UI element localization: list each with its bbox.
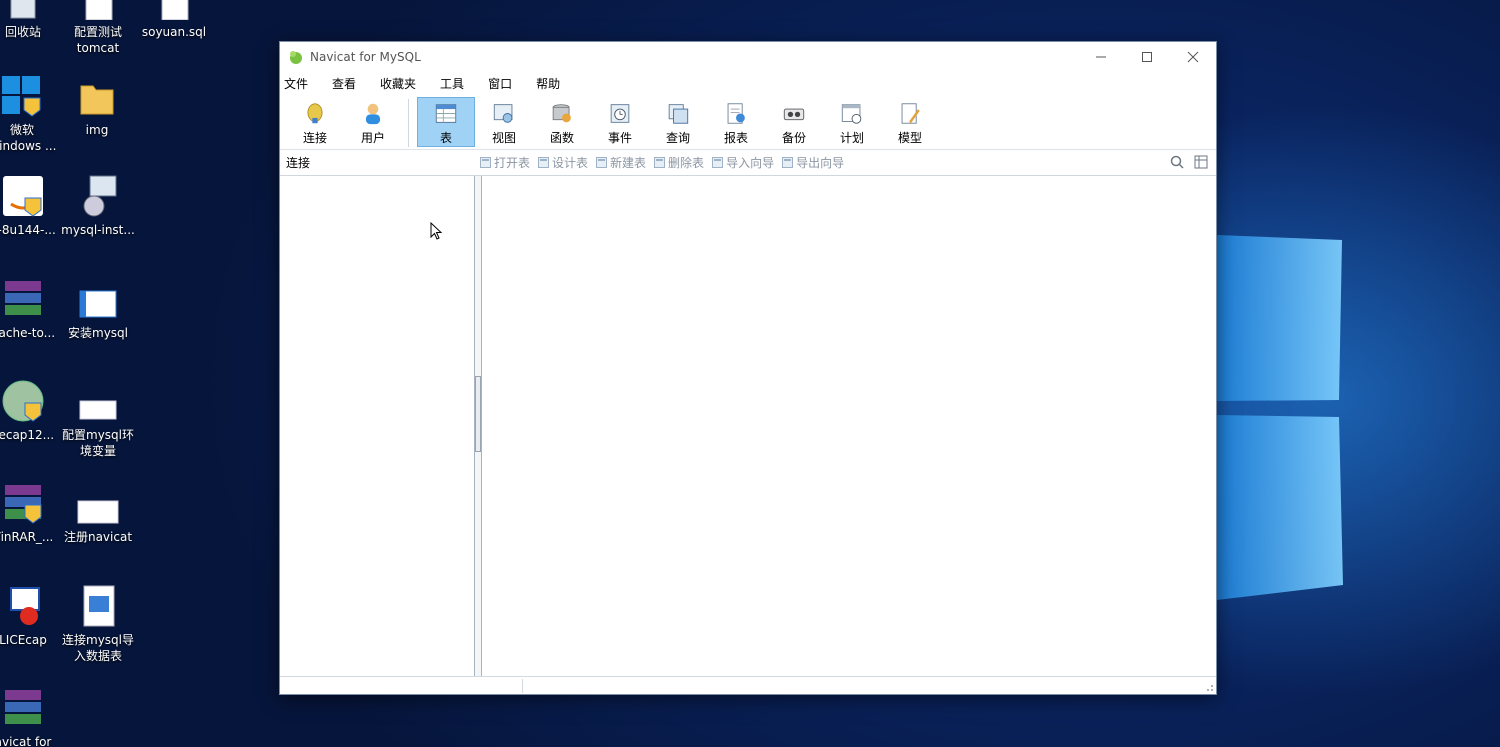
maximize-icon	[1142, 51, 1152, 62]
menu-favorites[interactable]: 收藏夹	[380, 75, 428, 92]
java-installer-icon	[1, 174, 45, 218]
object-list-pane[interactable]	[481, 176, 1216, 676]
user-icon	[365, 103, 381, 125]
minimize-button[interactable]	[1078, 42, 1124, 71]
document-icon	[76, 379, 120, 423]
sql-file-icon	[152, 0, 196, 21]
status-separator	[522, 679, 523, 693]
tool-query-button[interactable]: 查询	[649, 97, 707, 147]
tool-event-button[interactable]: 事件	[591, 97, 649, 147]
export-wizard-button[interactable]: 导出向导	[782, 154, 844, 171]
connect-icon	[307, 103, 323, 124]
maximize-button[interactable]	[1124, 42, 1170, 71]
close-button[interactable]	[1170, 42, 1216, 71]
windows-logo-wallpaper	[1217, 235, 1343, 600]
navicat-app-icon	[290, 50, 302, 64]
tool-user-button[interactable]: 用户	[344, 97, 402, 147]
query-icon	[668, 104, 689, 124]
menu-file[interactable]: 文件	[284, 75, 320, 92]
winrar-installer-icon	[1, 481, 45, 525]
minimize-icon	[1096, 56, 1106, 57]
toolbar-separator	[408, 99, 409, 147]
open-table-icon	[480, 157, 491, 168]
globe-installer-icon	[1, 379, 45, 423]
content-area	[280, 176, 1216, 676]
winrar-archive-icon	[1, 686, 45, 730]
desktop-icon-winrar[interactable]: VinRAR_...	[0, 481, 63, 545]
subbar-right-tools	[1170, 155, 1208, 169]
delete-table-button[interactable]: 删除表	[654, 154, 704, 171]
table-icon	[435, 104, 457, 123]
export-wizard-icon	[782, 157, 794, 168]
recycle-bin-icon	[1, 0, 45, 20]
desktop-icon-import-tables[interactable]: 连接mysql导 入数据表	[58, 584, 138, 664]
desktop-icon-mysql-env[interactable]: 配置mysql环 境变量	[58, 379, 138, 459]
grid-view-icon[interactable]	[1194, 155, 1208, 169]
desktop-icon-tomcat-config[interactable]: 配置测试 tomcat	[58, 0, 138, 56]
search-icon[interactable]	[1170, 155, 1184, 169]
desktop-icon-licecap-installer[interactable]: cecap12...	[0, 379, 63, 443]
desktop-icon-img-folder[interactable]: img	[57, 74, 137, 138]
folder-icon	[75, 74, 119, 118]
tool-table-button[interactable]: 表	[417, 97, 475, 147]
menu-window[interactable]: 窗口	[488, 75, 524, 92]
winrar-archive-icon	[1, 277, 45, 321]
image-file-icon	[76, 584, 120, 628]
event-icon	[610, 104, 630, 123]
tool-schedule-button[interactable]: 计划	[823, 97, 881, 147]
desktop-icon-windows-installer[interactable]: 微软 Windows ...	[0, 74, 62, 154]
desktop-icon-licecap[interactable]: LICEcap	[0, 584, 63, 648]
desktop-icon-register-navicat[interactable]: 注册navicat	[58, 481, 138, 545]
tool-view-button[interactable]: 视图	[475, 97, 533, 147]
main-toolbar: 连接 用户 表 视图 函数 事件 查询 报表 备份 计划 模型	[280, 95, 1216, 150]
new-table-button[interactable]: 新建表	[596, 154, 646, 171]
import-wizard-icon	[712, 157, 724, 168]
menu-bar: 文件 查看 收藏夹 工具 窗口 帮助	[280, 71, 1216, 95]
desktop-icon-apache-tomcat[interactable]: pache-to...	[0, 277, 63, 341]
view-icon	[493, 104, 513, 123]
function-icon	[552, 104, 571, 123]
design-table-button[interactable]: 设计表	[538, 154, 588, 171]
licecap-icon	[1, 584, 45, 628]
status-bar	[280, 676, 1216, 694]
model-icon	[901, 103, 920, 124]
windows-installer-icon	[0, 74, 44, 118]
resize-grip-icon[interactable]	[1204, 682, 1214, 692]
installer-icon	[76, 174, 120, 218]
menu-view[interactable]: 查看	[332, 75, 368, 92]
schedule-icon	[841, 104, 862, 124]
title-bar[interactable]: Navicat for MySQL	[280, 42, 1216, 71]
open-table-button[interactable]: 打开表	[480, 154, 530, 171]
tool-model-button[interactable]: 模型	[881, 97, 939, 147]
window-title: Navicat for MySQL	[310, 49, 421, 64]
navicat-window: Navicat for MySQL 文件 查看 收藏夹 工具 窗口 帮助 连接	[279, 41, 1217, 695]
connection-header: 连接	[286, 156, 311, 170]
document-icon	[76, 0, 120, 21]
backup-icon	[783, 108, 805, 121]
import-wizard-button[interactable]: 导入向导	[712, 154, 774, 171]
menu-tools[interactable]: 工具	[440, 75, 476, 92]
desktop-icon-java-installer[interactable]: e-8u144-...	[0, 174, 63, 238]
new-table-icon	[596, 157, 608, 168]
mouse-cursor-icon	[430, 222, 443, 240]
desktop-icon-navicat-archive[interactable]: avicat for	[0, 686, 63, 747]
desktop-icon-soyuan-sql[interactable]: soyuan.sql	[134, 0, 214, 40]
delete-table-icon	[654, 157, 666, 168]
tool-function-button[interactable]: 函数	[533, 97, 591, 147]
tool-report-button[interactable]: 报表	[707, 97, 765, 147]
document-icon	[76, 277, 120, 321]
object-toolbar: 连接 打开表 设计表 新建表 删除表 导入向导 导出向导	[280, 150, 1216, 176]
desktop-icon-mysql-installer[interactable]: mysql-inst...	[58, 174, 138, 238]
document-icon	[76, 481, 120, 525]
desktop-icon-install-mysql[interactable]: 安装mysql	[58, 277, 138, 341]
close-icon	[1187, 51, 1199, 62]
desktop-icon-recycle-bin[interactable]: 回收站	[0, 0, 63, 40]
menu-help[interactable]: 帮助	[536, 75, 572, 92]
report-icon	[727, 103, 745, 124]
tool-backup-button[interactable]: 备份	[765, 97, 823, 147]
connection-tree-pane[interactable]	[280, 176, 475, 676]
tool-connect-button[interactable]: 连接	[286, 97, 344, 147]
design-table-icon	[538, 157, 550, 168]
